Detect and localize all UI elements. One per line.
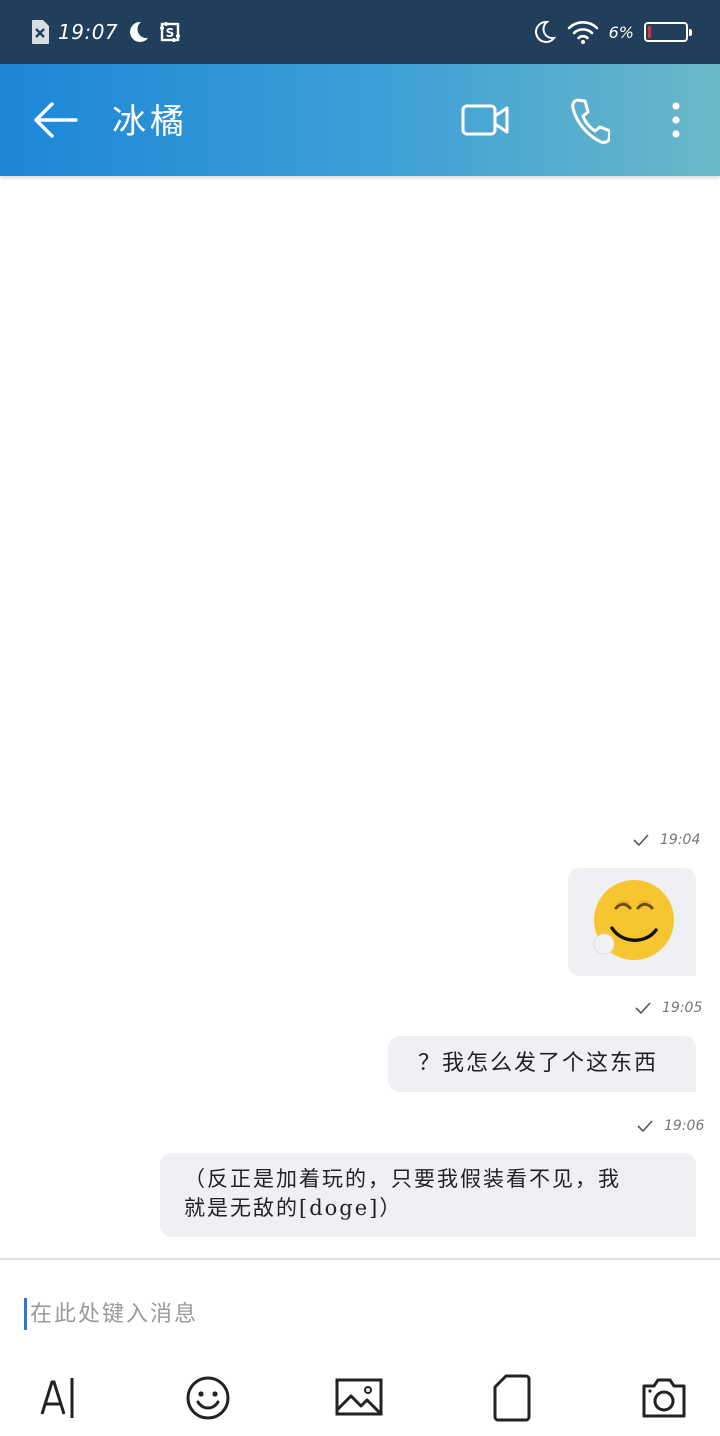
moon-icon xyxy=(534,20,556,43)
text-format-icon[interactable] xyxy=(30,1370,86,1426)
video-call-icon[interactable] xyxy=(460,100,512,140)
battery-percent: 6% xyxy=(608,22,634,42)
sent-check-icon xyxy=(635,1002,651,1015)
smiling-emoji-sticker-icon xyxy=(593,880,674,960)
status-bar: 19:07 S 6% xyxy=(0,0,720,64)
sim-x-icon xyxy=(32,20,49,44)
message-text: ？我怎么发了个这东西 xyxy=(418,1051,659,1076)
emoji-icon[interactable] xyxy=(180,1370,236,1426)
camera-icon[interactable] xyxy=(636,1370,692,1426)
phone-call-icon[interactable] xyxy=(568,96,610,144)
screenshot-icon: S xyxy=(160,22,181,42)
image-icon[interactable] xyxy=(330,1370,386,1426)
text-caret xyxy=(24,1298,27,1330)
message-timestamp: 19:06 xyxy=(636,1118,704,1134)
status-time: 19:07 xyxy=(58,20,119,44)
message-time: 19:04 xyxy=(660,832,701,848)
more-vertical-icon[interactable] xyxy=(664,100,688,140)
svg-text:S: S xyxy=(166,26,175,40)
file-icon[interactable] xyxy=(484,1370,540,1426)
sent-check-icon xyxy=(633,834,649,847)
status-right: 6% xyxy=(531,16,692,48)
message-text-line: （反正是加着玩的，只要我假装看不见，我 xyxy=(184,1167,621,1191)
status-left: 19:07 S xyxy=(30,16,182,48)
message-timestamp: 19:05 xyxy=(634,1000,702,1016)
battery-level-fill xyxy=(648,26,651,38)
contact-name: 冰橘 xyxy=(112,102,188,142)
battery-icon xyxy=(644,22,692,42)
message-time: 19:06 xyxy=(664,1118,705,1134)
chat-header: 冰橘 xyxy=(0,64,720,176)
sent-check-icon xyxy=(637,1120,653,1133)
message-timestamp: 19:04 xyxy=(632,832,700,848)
message-text-line: 就是无敌的[doge]） xyxy=(184,1196,403,1220)
composer-divider xyxy=(0,1258,720,1260)
moon-icon xyxy=(130,21,149,42)
message-time: 19:05 xyxy=(662,1000,703,1016)
back-arrow-icon[interactable] xyxy=(30,98,80,142)
message-bubble-sticker[interactable] xyxy=(568,868,696,976)
message-bubble-text[interactable]: （反正是加着玩的，只要我假装看不见，我 就是无敌的[doge]） xyxy=(160,1153,696,1237)
message-input[interactable] xyxy=(24,1296,670,1332)
message-bubble-text[interactable]: ？我怎么发了个这东西 xyxy=(388,1036,696,1092)
wifi-icon xyxy=(567,21,598,44)
